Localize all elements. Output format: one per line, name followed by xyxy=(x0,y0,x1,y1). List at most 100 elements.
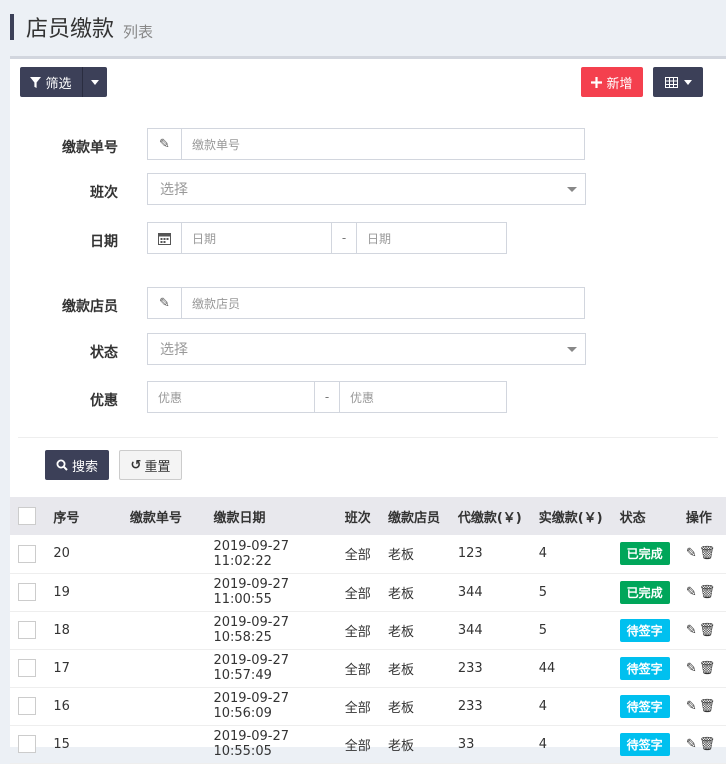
add-label: 新增 xyxy=(606,76,633,92)
cell-shift: 全部 xyxy=(344,738,371,754)
search-button[interactable]: 搜索 xyxy=(45,450,109,480)
column-header: 操作 xyxy=(685,510,712,526)
row-checkbox[interactable] xyxy=(18,659,36,677)
shift-label: 班次 xyxy=(90,185,118,201)
clerk-input[interactable]: ✎ 缴款店员 xyxy=(147,287,585,319)
cell-clerk: 老板 xyxy=(388,662,415,678)
row-checkbox[interactable] xyxy=(18,621,36,639)
shift-select[interactable]: 选择 xyxy=(147,173,586,205)
cell-shift: 全部 xyxy=(344,624,371,640)
column-header[interactable]: 班次 xyxy=(345,497,388,535)
table-row[interactable]: 16 2019-09-27 10:56:09 全部 老板 233 4 待签字 ✎ 🗑 xyxy=(10,687,726,725)
trash-icon[interactable]: 🗑 xyxy=(699,737,716,752)
clerk-field[interactable]: 缴款店员 xyxy=(182,288,584,318)
cell-seq: 15 xyxy=(53,736,70,752)
table-row[interactable]: 17 2019-09-27 10:57:49 全部 老板 233 44 待签字 ✎ 🗑 xyxy=(10,649,726,687)
plus-icon xyxy=(591,76,603,88)
payment-no-input[interactable]: ✎ 缴款单号 xyxy=(147,128,585,160)
add-button[interactable]: 新增 xyxy=(581,67,643,97)
row-checkbox[interactable] xyxy=(18,583,36,601)
cell-paid: 5 xyxy=(538,584,547,600)
row-checkbox[interactable] xyxy=(18,544,36,563)
discount-range-input[interactable]: 优惠 - 优惠 xyxy=(147,381,507,413)
cell-seq: 17 xyxy=(53,660,70,676)
column-header[interactable]: 代缴款(￥) xyxy=(458,497,539,535)
cell-date: 2019-09-27 10:56:09 xyxy=(213,691,290,721)
date-to-field[interactable]: 日期 xyxy=(357,223,506,253)
page-title: 店员缴款 xyxy=(26,17,115,42)
cell-payment-no xyxy=(130,573,214,611)
table-row[interactable]: 15 2019-09-27 10:55:05 全部 老板 33 4 待签字 ✎ 🗑 xyxy=(10,725,726,763)
filter-button[interactable]: 筛选 xyxy=(20,67,107,97)
discount-to-field[interactable]: 优惠 xyxy=(340,382,506,412)
cell-date: 2019-09-27 10:57:49 xyxy=(213,653,290,683)
cell-clerk: 老板 xyxy=(388,738,415,754)
status-select[interactable]: 选择 xyxy=(147,333,586,365)
trash-icon[interactable]: 🗑 xyxy=(699,546,716,561)
trash-icon[interactable]: 🗑 xyxy=(699,661,716,676)
edit-icon[interactable]: ✎ xyxy=(686,661,697,676)
reset-button[interactable]: ↺ 重置 xyxy=(119,450,182,480)
column-header[interactable]: 缴款单号 xyxy=(130,497,214,535)
cell-shift: 全部 xyxy=(344,662,371,678)
filter-dropdown-toggle[interactable] xyxy=(83,67,107,97)
edit-icon[interactable]: ✎ xyxy=(686,585,697,600)
cell-payment-no xyxy=(130,725,214,763)
column-header[interactable]: 实缴款(￥) xyxy=(539,497,620,535)
edit-icon[interactable]: ✎ xyxy=(686,699,697,714)
trash-icon[interactable]: 🗑 xyxy=(699,623,716,638)
table-header-row: 序号 缴款单号 缴款日期 班次 缴款店员 代缴款(￥) 实缴款(￥) 状态 操作 xyxy=(10,497,726,535)
filter-main[interactable]: 筛选 xyxy=(20,67,83,97)
date-range-input[interactable]: 日期 - 日期 xyxy=(147,222,507,254)
cell-seq: 19 xyxy=(53,584,70,600)
cell-due: 33 xyxy=(457,736,475,752)
status-badge: 已完成 xyxy=(619,542,670,566)
cell-shift: 全部 xyxy=(344,548,371,564)
status-select-value: 选择 xyxy=(160,342,188,358)
table-row[interactable]: 19 2019-09-27 11:00:55 全部 老板 344 5 已完成 ✎ 🗑 xyxy=(10,573,726,611)
cell-paid: 4 xyxy=(538,736,547,752)
trash-icon[interactable]: 🗑 xyxy=(699,699,716,714)
row-checkbox[interactable] xyxy=(18,697,36,715)
table-row[interactable]: 18 2019-09-27 10:58:25 全部 老板 344 5 待签字 ✎ 🗑 xyxy=(10,611,726,649)
status-badge: 待签字 xyxy=(619,694,670,718)
page-header: 店员缴款 列表 xyxy=(0,0,726,54)
pencil-icon: ✎ xyxy=(148,129,182,159)
cell-due: 344 xyxy=(457,622,483,638)
cell-payment-no xyxy=(130,535,214,573)
discount-label: 优惠 xyxy=(90,393,118,409)
title-accent-bar xyxy=(10,14,14,40)
dropdown-arrow-icon xyxy=(567,187,577,192)
cell-date: 2019-09-27 11:00:55 xyxy=(213,577,290,607)
column-header[interactable]: 状态 xyxy=(620,497,686,535)
cell-payment-no xyxy=(130,649,214,687)
discount-range-separator: - xyxy=(314,382,340,412)
row-checkbox[interactable] xyxy=(18,735,36,753)
discount-from-field[interactable]: 优惠 xyxy=(148,382,314,412)
columns-button[interactable] xyxy=(653,67,703,97)
edit-icon[interactable]: ✎ xyxy=(686,623,697,638)
shift-select-value: 选择 xyxy=(160,182,188,198)
column-header[interactable]: 缴款日期 xyxy=(213,497,344,535)
cell-shift: 全部 xyxy=(344,586,371,602)
status-badge: 待签字 xyxy=(619,618,670,642)
edit-icon[interactable]: ✎ xyxy=(686,546,697,561)
status-badge: 待签字 xyxy=(619,656,670,680)
payment-no-field[interactable]: 缴款单号 xyxy=(182,129,584,159)
undo-icon: ↺ xyxy=(130,457,142,473)
column-header[interactable]: 缴款店员 xyxy=(388,497,458,535)
edit-icon[interactable]: ✎ xyxy=(686,737,697,752)
cell-clerk: 老板 xyxy=(388,548,415,564)
column-header[interactable]: 序号 xyxy=(53,497,130,535)
filter-label: 筛选 xyxy=(45,76,72,92)
cell-due: 233 xyxy=(457,698,483,714)
cell-seq: 20 xyxy=(53,546,70,562)
reset-label: 重置 xyxy=(144,459,171,475)
date-from-field[interactable]: 日期 xyxy=(182,223,331,253)
cell-paid: 44 xyxy=(538,660,556,676)
table-icon xyxy=(664,76,678,88)
trash-icon[interactable]: 🗑 xyxy=(699,585,716,600)
calendar-icon xyxy=(148,223,182,253)
select-all-checkbox[interactable] xyxy=(18,507,36,525)
table-row[interactable]: 20 2019-09-27 11:02:22 全部 老板 123 4 已完成 ✎ 🗑 xyxy=(10,535,726,573)
